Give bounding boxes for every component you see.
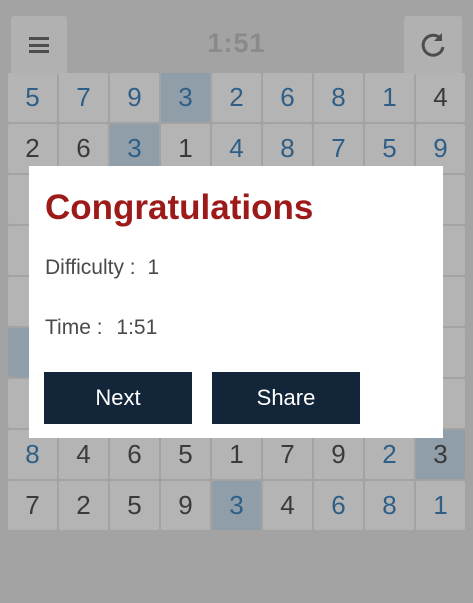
next-button[interactable]: Next [44, 372, 192, 424]
bottom-area [0, 532, 473, 572]
difficulty-value: 1 [147, 256, 160, 279]
board-cell[interactable]: 4 [416, 73, 465, 122]
reset-button[interactable] [404, 16, 462, 74]
board-cell[interactable]: 5 [110, 481, 159, 530]
board-cell[interactable]: 6 [263, 73, 312, 122]
difficulty-label: Difficulty : [45, 256, 136, 279]
board-cell[interactable]: 9 [161, 481, 210, 530]
board-cell[interactable]: 7 [8, 481, 57, 530]
board-cell[interactable]: 2 [212, 73, 261, 122]
board-cell[interactable]: 3 [161, 73, 210, 122]
board-cell[interactable]: 7 [59, 73, 108, 122]
board-cell[interactable]: 8 [365, 481, 414, 530]
top-bar: 1:51 [0, 0, 473, 74]
board-cell[interactable]: 2 [59, 481, 108, 530]
board-cell[interactable]: 9 [110, 73, 159, 122]
board-cell[interactable]: 6 [314, 481, 363, 530]
difficulty-row: Difficulty : 1 [45, 256, 159, 280]
board-cell[interactable]: 3 [212, 481, 261, 530]
board-cell[interactable]: 5 [8, 73, 57, 122]
refresh-icon [421, 33, 445, 57]
dialog-title: Congratulations [45, 188, 314, 227]
time-row: Time : 1:51 [45, 316, 157, 340]
time-value: 1:51 [116, 316, 158, 339]
congratulations-dialog: Congratulations Difficulty : 1 Time : 1:… [29, 166, 443, 438]
board-cell[interactable]: 4 [263, 481, 312, 530]
board-cell[interactable]: 1 [416, 481, 465, 530]
time-label: Time : [45, 316, 103, 339]
board-cell[interactable]: 1 [365, 73, 414, 122]
timer: 1:51 [207, 28, 266, 58]
board-cell[interactable]: 8 [314, 73, 363, 122]
share-button[interactable]: Share [212, 372, 360, 424]
